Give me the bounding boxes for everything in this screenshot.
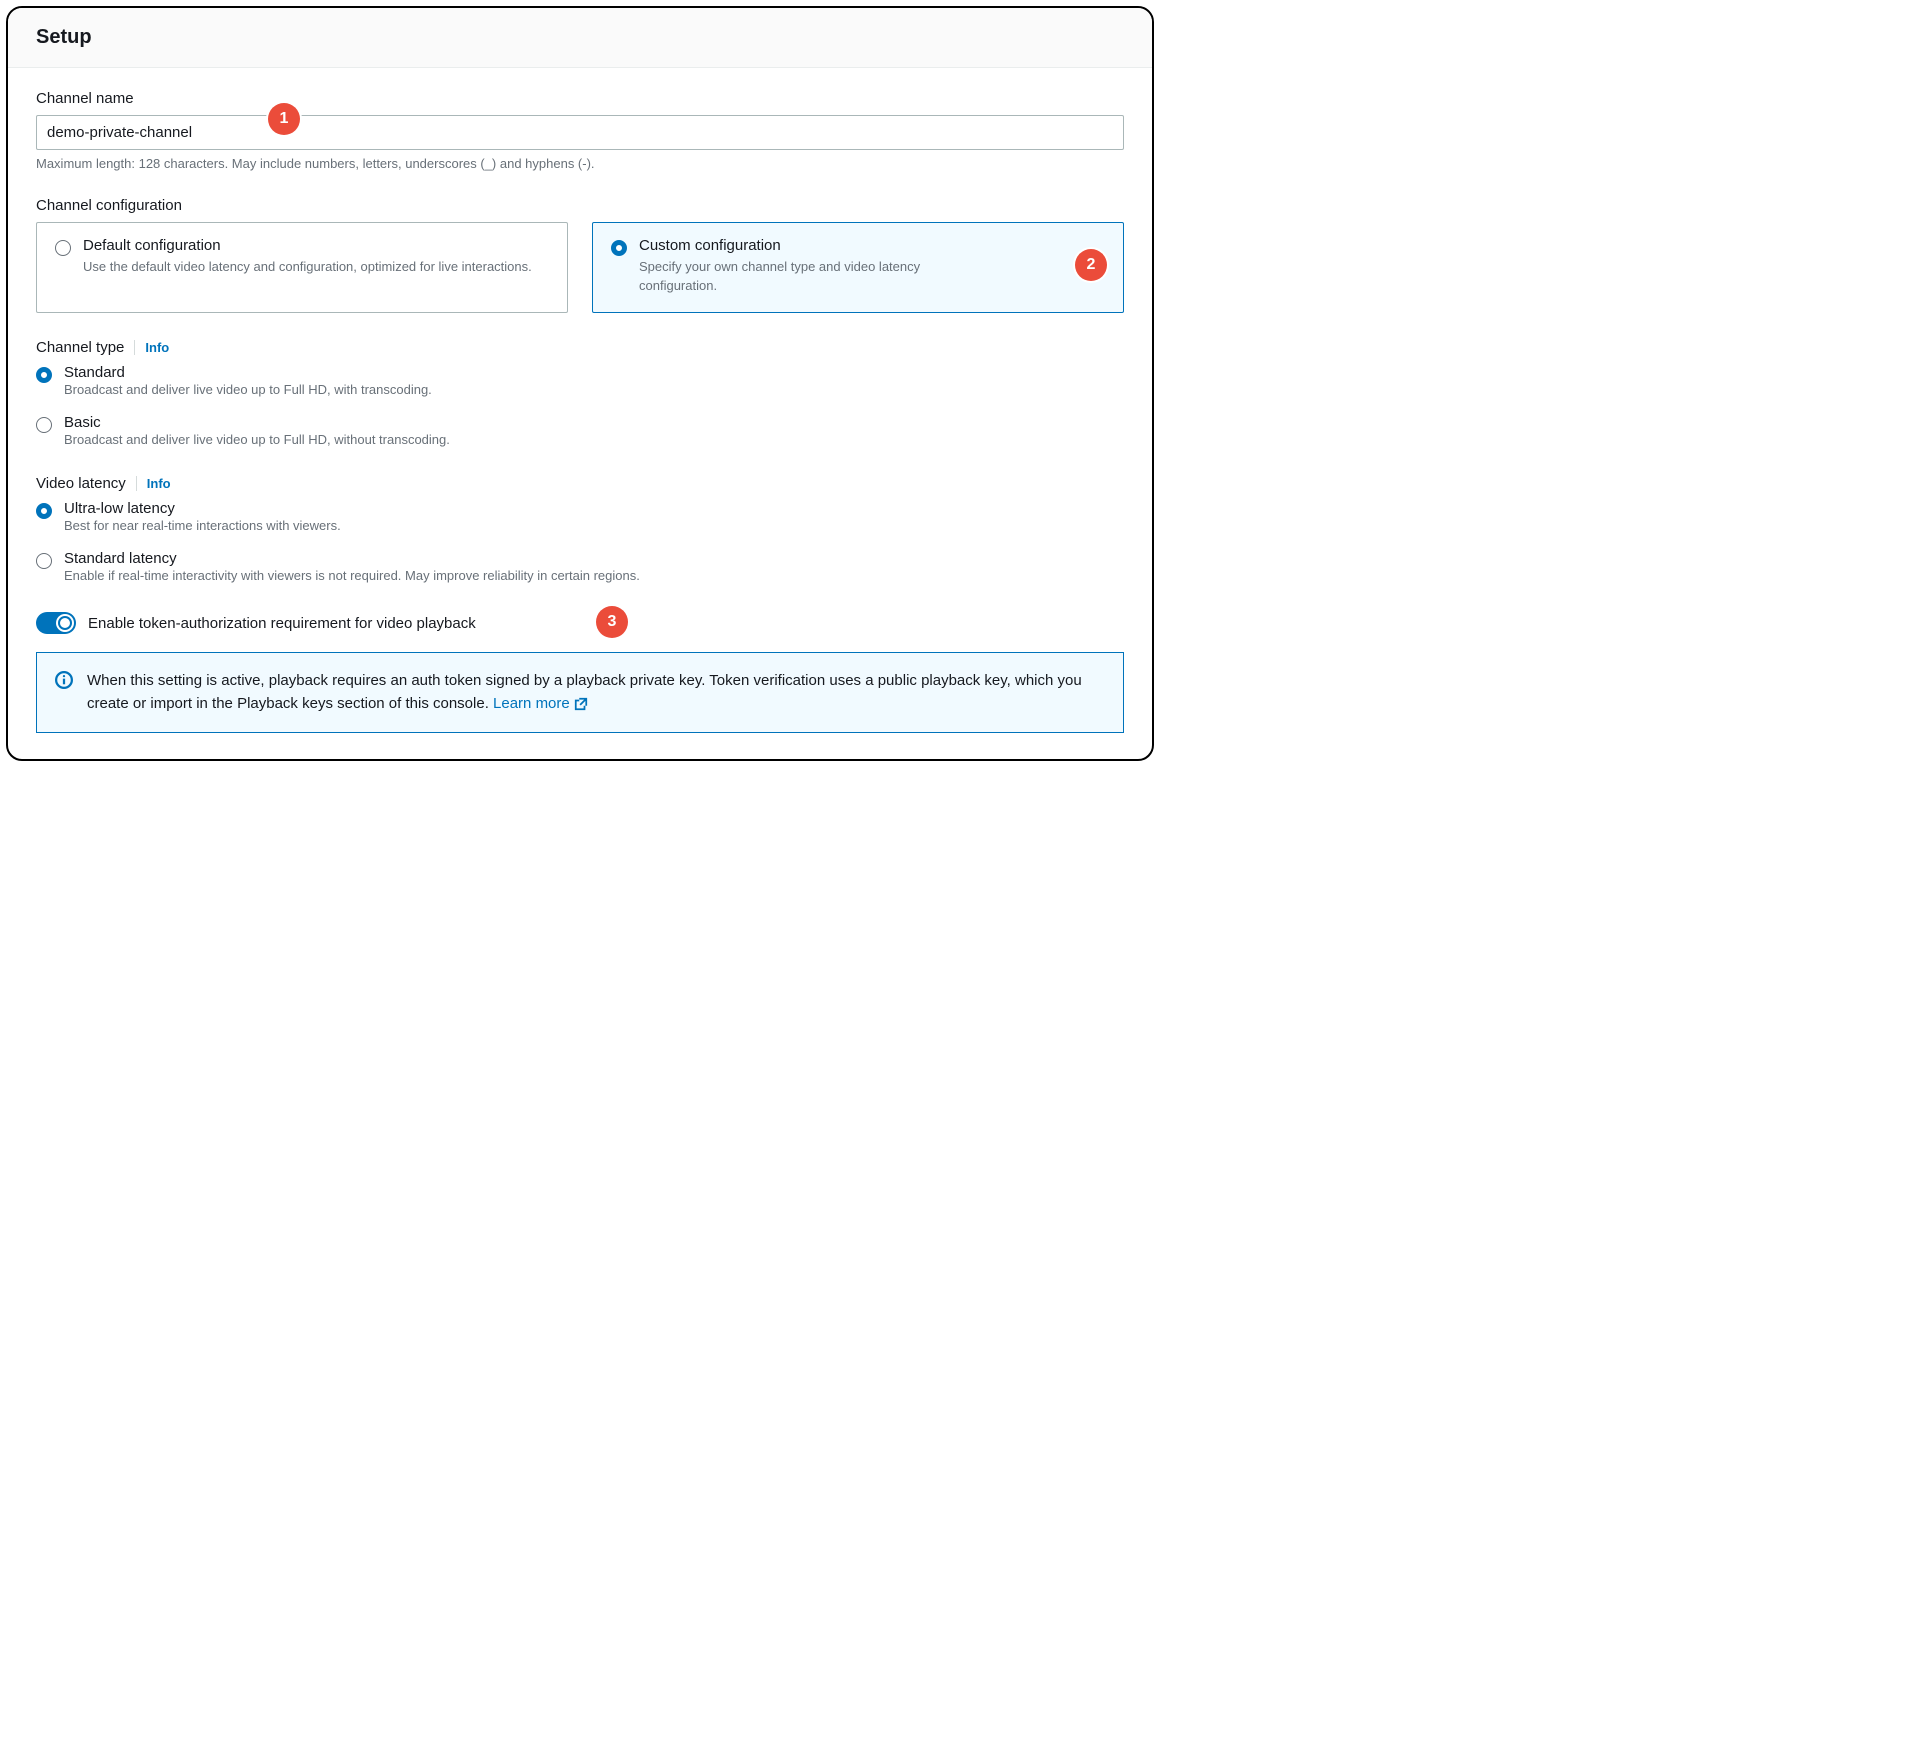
tile-desc: Use the default video latency and config… bbox=[83, 258, 532, 277]
radio-title: Ultra-low latency bbox=[64, 500, 341, 517]
video-latency-info-link[interactable]: Info bbox=[136, 476, 171, 491]
radio-title: Basic bbox=[64, 414, 450, 431]
channel-type-info-link[interactable]: Info bbox=[134, 340, 169, 355]
video-latency-label: Video latency bbox=[36, 475, 126, 492]
token-auth-label: Enable token-authorization requirement f… bbox=[88, 615, 476, 632]
radio-basic[interactable]: Basic Broadcast and deliver live video u… bbox=[36, 414, 1124, 450]
setup-panel: Setup Channel name 1 Maximum length: 128… bbox=[6, 6, 1154, 761]
panel-body: Channel name 1 Maximum length: 128 chara… bbox=[8, 68, 1152, 759]
channel-type-label: Channel type bbox=[36, 339, 124, 356]
radio-icon bbox=[36, 553, 52, 569]
tile-custom-config[interactable]: Custom configuration Specify your own ch… bbox=[592, 222, 1124, 313]
radio-ultra-low[interactable]: Ultra-low latency Best for near real-tim… bbox=[36, 500, 1124, 536]
callout-2: 2 bbox=[1075, 249, 1107, 281]
token-auth-info-text: When this setting is active, playback re… bbox=[87, 669, 1105, 716]
callout-1: 1 bbox=[268, 103, 300, 135]
channel-config-label: Channel configuration bbox=[36, 197, 1124, 214]
radio-desc: Best for near real-time interactions wit… bbox=[64, 517, 341, 536]
info-icon bbox=[55, 671, 73, 689]
callout-3: 3 bbox=[596, 606, 628, 638]
radio-icon bbox=[36, 503, 52, 519]
radio-desc: Broadcast and deliver live video up to F… bbox=[64, 381, 432, 400]
radio-title: Standard latency bbox=[64, 550, 640, 567]
toggle-knob-icon bbox=[56, 614, 74, 632]
radio-standard-latency[interactable]: Standard latency Enable if real-time int… bbox=[36, 550, 1124, 586]
learn-more-link[interactable]: Learn more bbox=[493, 692, 588, 715]
tile-desc: Specify your own channel type and video … bbox=[639, 258, 999, 296]
radio-standard[interactable]: Standard Broadcast and deliver live vide… bbox=[36, 364, 1124, 400]
radio-icon bbox=[611, 240, 627, 256]
external-link-icon bbox=[574, 697, 588, 711]
panel-header: Setup bbox=[8, 8, 1152, 68]
radio-desc: Enable if real-time interactivity with v… bbox=[64, 567, 640, 586]
video-latency-options: Ultra-low latency Best for near real-tim… bbox=[36, 500, 1124, 586]
radio-title: Standard bbox=[64, 364, 432, 381]
channel-name-input[interactable] bbox=[36, 115, 1124, 150]
radio-icon bbox=[36, 417, 52, 433]
radio-icon bbox=[36, 367, 52, 383]
learn-more-label: Learn more bbox=[493, 692, 570, 715]
radio-desc: Broadcast and deliver live video up to F… bbox=[64, 431, 450, 450]
token-auth-toggle[interactable] bbox=[36, 612, 76, 634]
video-latency-field: Video latency Info Ultra-low latency Bes… bbox=[36, 475, 1124, 586]
channel-type-field: Channel type Info Standard Broadcast and… bbox=[36, 339, 1124, 450]
channel-name-hint: Maximum length: 128 characters. May incl… bbox=[36, 156, 1124, 171]
channel-config-field: Channel configuration Default configurat… bbox=[36, 197, 1124, 313]
tile-default-config[interactable]: Default configuration Use the default vi… bbox=[36, 222, 568, 313]
channel-config-tiles: Default configuration Use the default vi… bbox=[36, 222, 1124, 313]
tile-title: Default configuration bbox=[83, 237, 532, 254]
channel-name-field: Channel name 1 Maximum length: 128 chara… bbox=[36, 90, 1124, 171]
panel-title: Setup bbox=[36, 26, 1124, 49]
channel-type-options: Standard Broadcast and deliver live vide… bbox=[36, 364, 1124, 450]
radio-icon bbox=[55, 240, 71, 256]
token-auth-toggle-row: Enable token-authorization requirement f… bbox=[36, 612, 1124, 634]
token-auth-info-box: When this setting is active, playback re… bbox=[36, 652, 1124, 733]
channel-name-label: Channel name bbox=[36, 90, 1124, 107]
tile-title: Custom configuration bbox=[639, 237, 1105, 254]
